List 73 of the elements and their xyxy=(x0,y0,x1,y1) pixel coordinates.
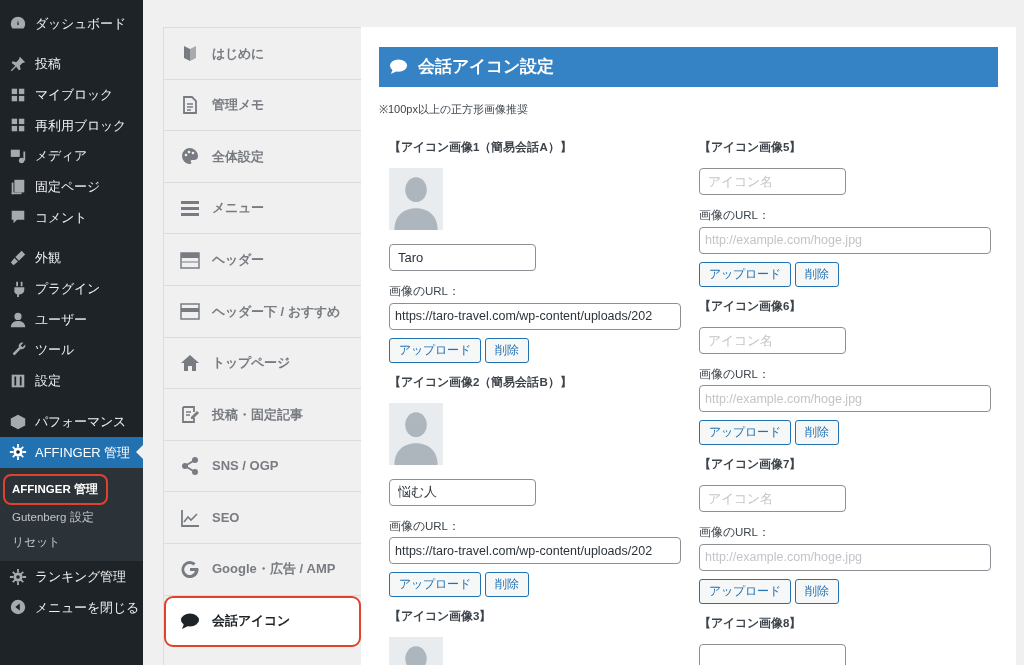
upload-button[interactable]: アップロード xyxy=(699,420,791,445)
name-input-field[interactable] xyxy=(699,643,846,665)
sidebar-item[interactable]: パフォーマンス xyxy=(0,406,143,437)
settings-icon xyxy=(9,443,27,462)
section-title: 会話アイコン設定 xyxy=(418,56,554,78)
palette-icon xyxy=(180,146,200,167)
sidebar-item[interactable]: ツール xyxy=(0,334,143,366)
sidebar-item[interactable]: ランキング管理 xyxy=(0,561,143,593)
sidebar-item[interactable]: コメント xyxy=(0,202,143,233)
name-input-field[interactable]: Taro xyxy=(389,244,536,272)
icon-heading: 【アイコン画像5】 xyxy=(699,139,803,155)
icon-heading: 【アイコン画像2（簡易会話B）】 xyxy=(389,374,573,391)
name-input-field[interactable]: 悩む人 xyxy=(389,478,536,506)
icon-heading: 【アイコン画像3】 xyxy=(389,608,493,624)
url-input-field[interactable]: https://taro-travel.com/wp-content/uploads/202 xyxy=(389,537,681,564)
avatar-placeholder xyxy=(389,402,443,465)
url-label: 画像のURL： xyxy=(699,366,771,382)
upload-button[interactable]: アップロード xyxy=(699,261,791,287)
sidebar-item[interactable]: ユーザー xyxy=(0,304,143,335)
url-label: 画像のURL： xyxy=(389,284,461,300)
url-input-field[interactable]: http://example.com/hoge.jpg xyxy=(699,385,991,412)
document-icon xyxy=(180,94,200,115)
upload-button[interactable]: アップロード xyxy=(389,572,481,597)
sidebar-item[interactable]: 固定ページ xyxy=(0,171,143,203)
sidebar-item[interactable]: 外観 xyxy=(0,242,143,274)
submenu-item[interactable]: リセット xyxy=(0,530,143,556)
home-icon xyxy=(180,352,200,373)
speech-bubble-icon xyxy=(389,57,408,77)
delete-button[interactable]: 削除 xyxy=(795,578,839,604)
upload-button[interactable]: アップロード xyxy=(699,578,791,604)
settings-tab[interactable]: 会話アイコン xyxy=(164,595,361,648)
menu-icon xyxy=(180,198,200,219)
share-icon xyxy=(180,456,200,477)
sidebar-item[interactable]: 設定 xyxy=(0,365,143,397)
url-label: 画像のURL： xyxy=(389,518,461,534)
sidebar-item[interactable]: 投稿 xyxy=(0,48,143,80)
media-icon xyxy=(9,147,27,166)
url-input-field[interactable]: http://example.com/hoge.jpg xyxy=(699,226,991,254)
brush-icon xyxy=(9,249,27,268)
upload-button[interactable]: アップロード xyxy=(389,337,481,363)
url-input-field[interactable]: https://taro-travel.com/wp-content/uploads/202 xyxy=(389,302,681,330)
note-text: ※100px以上の正方形画像推奨 xyxy=(379,101,529,117)
icon-heading: 【アイコン画像7】 xyxy=(699,456,803,472)
collapse-icon xyxy=(9,598,27,617)
sidebar-item[interactable]: プラグイン xyxy=(0,273,143,305)
delete-button[interactable]: 削除 xyxy=(485,572,529,597)
icon-heading: 【アイコン画像1（簡易会話A）】 xyxy=(389,139,573,156)
pin-icon xyxy=(9,55,27,74)
sidebar-item[interactable]: メディア xyxy=(0,140,143,172)
icon-heading: 【アイコン画像8】 xyxy=(699,615,803,631)
avatar-placeholder xyxy=(389,168,443,231)
submenu-item[interactable]: Gutenberg 設定 xyxy=(0,504,143,531)
sidebar-item[interactable]: メニューを閉じる xyxy=(0,592,143,623)
chart-icon xyxy=(180,507,200,528)
delete-button[interactable]: 削除 xyxy=(485,337,529,363)
icon-heading: 【アイコン画像6】 xyxy=(699,298,803,314)
sidebar-item[interactable]: ダッシュボード xyxy=(0,8,143,39)
delete-button[interactable]: 削除 xyxy=(795,261,839,287)
sidebar-item[interactable]: 再利用ブロック xyxy=(0,110,143,141)
layout-icon xyxy=(180,249,200,270)
pages-icon xyxy=(9,177,27,196)
submenu-item[interactable]: AFFINGER 管理 xyxy=(3,473,108,505)
user-icon xyxy=(9,310,27,329)
url-label: 画像のURL： xyxy=(699,525,771,541)
google-icon xyxy=(180,559,200,580)
settings-icon xyxy=(9,567,27,586)
url-input-field[interactable]: http://example.com/hoge.jpg xyxy=(699,543,991,571)
sidebar-item[interactable]: マイブロック xyxy=(0,79,143,111)
edit-icon xyxy=(180,404,200,425)
delete-button[interactable]: 削除 xyxy=(795,420,839,445)
layout-icon xyxy=(180,301,200,322)
url-label: 画像のURL： xyxy=(699,208,771,224)
sidebar-item[interactable]: AFFINGER 管理 xyxy=(0,436,143,468)
